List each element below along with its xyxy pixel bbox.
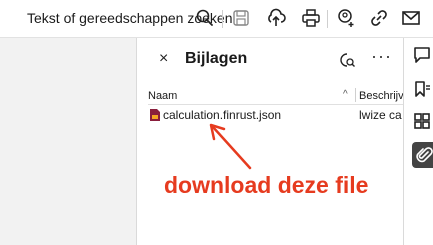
attachments-panel: × Bijlagen ··· Naam ^ Beschrijving calcu… <box>137 38 403 245</box>
upload-icon[interactable] <box>266 8 286 28</box>
link-icon[interactable] <box>369 8 389 28</box>
search-attachments-icon[interactable] <box>338 51 356 69</box>
table-row[interactable]: calculation.finrust.json lwize ca <box>148 106 403 124</box>
panel-title: Bijlagen <box>185 50 248 67</box>
print-icon[interactable] <box>301 8 321 28</box>
attachment-icon <box>416 147 433 163</box>
file-icon <box>150 109 160 121</box>
file-description: lwize ca <box>359 108 402 122</box>
file-name: calculation.finrust.json <box>163 108 282 122</box>
mail-icon[interactable] <box>401 8 421 28</box>
bookmark-icon[interactable] <box>413 80 431 98</box>
toolbar-separator <box>222 10 223 28</box>
save-icon[interactable] <box>231 8 251 28</box>
attachment-button[interactable] <box>412 142 433 168</box>
close-button[interactable]: × <box>159 50 168 68</box>
right-sidebar <box>404 38 433 245</box>
search-icon[interactable] <box>195 8 215 28</box>
add-user-icon[interactable] <box>336 8 356 28</box>
annotation-label: download deze file <box>164 172 369 198</box>
toolbar: Tekst of gereedschappen zoeken <box>0 0 433 36</box>
toolbar-separator <box>327 10 328 28</box>
document-area <box>0 38 136 245</box>
comment-icon[interactable] <box>413 46 431 64</box>
header-divider <box>148 104 403 105</box>
sort-ascending-icon[interactable]: ^ <box>343 89 348 100</box>
column-header-description[interactable]: Beschrijving <box>359 90 403 102</box>
column-separator <box>355 88 356 102</box>
thumbnails-icon[interactable] <box>413 112 431 130</box>
more-options-button[interactable]: ··· <box>371 46 392 67</box>
column-header-name[interactable]: Naam <box>148 90 177 102</box>
